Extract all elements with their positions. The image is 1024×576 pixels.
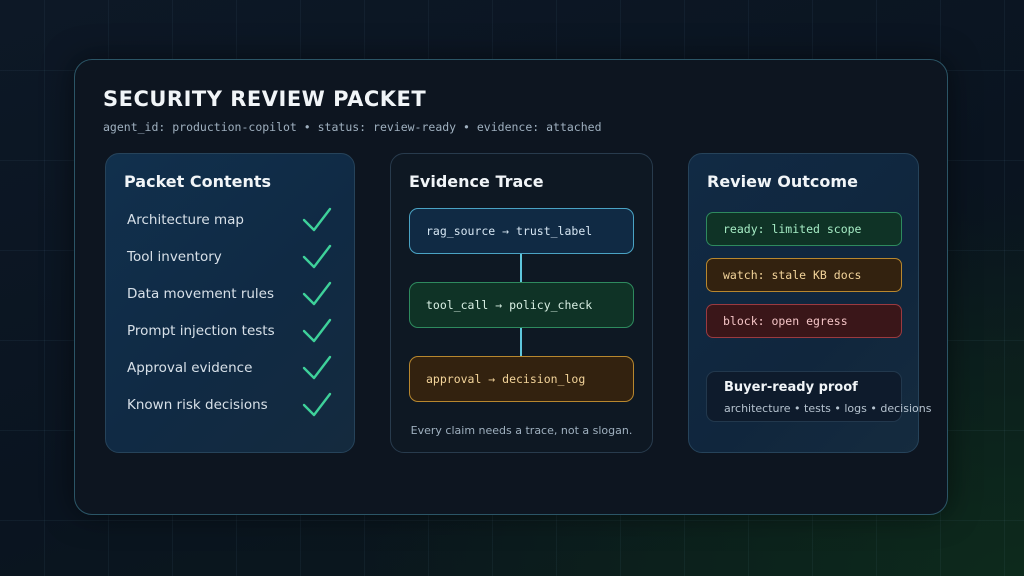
list-item: Data movement rules [106,280,354,317]
packet-contents-title: Packet Contents [124,172,272,191]
list-item-label: Known risk decisions [127,397,268,413]
list-item: Prompt injection tests [106,317,354,354]
list-item: Architecture map [106,206,354,243]
page-title: SECURITY REVIEW PACKET [103,87,427,111]
check-icon [302,244,332,269]
check-icon [302,392,332,417]
evidence-trace-title: Evidence Trace [409,172,544,191]
trace-step-rag-source: rag_source → trust_label [409,208,634,254]
check-icon [302,207,332,232]
status-badge-block: block: open egress [706,304,902,338]
security-review-packet: SECURITY REVIEW PACKET agent_id: product… [74,59,948,515]
trace-step-tool-call: tool_call → policy_check [409,282,634,328]
evidence-trace-card: Evidence Trace rag_source → trust_label … [390,153,653,453]
list-item-label: Approval evidence [127,360,253,376]
list-item: Tool inventory [106,243,354,280]
list-item-label: Tool inventory [127,249,222,265]
review-outcome-title: Review Outcome [707,172,858,191]
status-badge-ready: ready: limited scope [706,212,902,246]
trace-step-approval: approval → decision_log [409,356,634,402]
list-item: Known risk decisions [106,391,354,428]
trace-caption: Every claim needs a trace, not a slogan. [410,424,633,437]
list-item-label: Data movement rules [127,286,275,302]
packet-contents-card: Packet Contents Architecture map Tool in… [105,153,355,453]
packet-meta-line: agent_id: production-copilot • status: r… [103,120,602,134]
status-badge-watch: watch: stale KB docs [706,258,902,292]
list-item: Approval evidence [106,354,354,391]
buyer-proof-title: Buyer-ready proof [724,380,858,395]
trace-connector [520,254,522,282]
trace-connector [520,328,522,356]
list-item-label: Architecture map [127,212,244,228]
buyer-proof-box: Buyer-ready proof architecture • tests •… [706,371,931,422]
check-icon [302,318,332,343]
check-icon [302,355,332,380]
list-item-label: Prompt injection tests [127,323,275,339]
review-outcome-card: Review Outcome ready: limited scope watc… [688,153,931,453]
packet-contents-list: Architecture map Tool inventory Data mov… [106,206,354,428]
buyer-proof-subtitle: architecture • tests • logs • decisions [724,402,932,415]
check-icon [302,281,332,306]
